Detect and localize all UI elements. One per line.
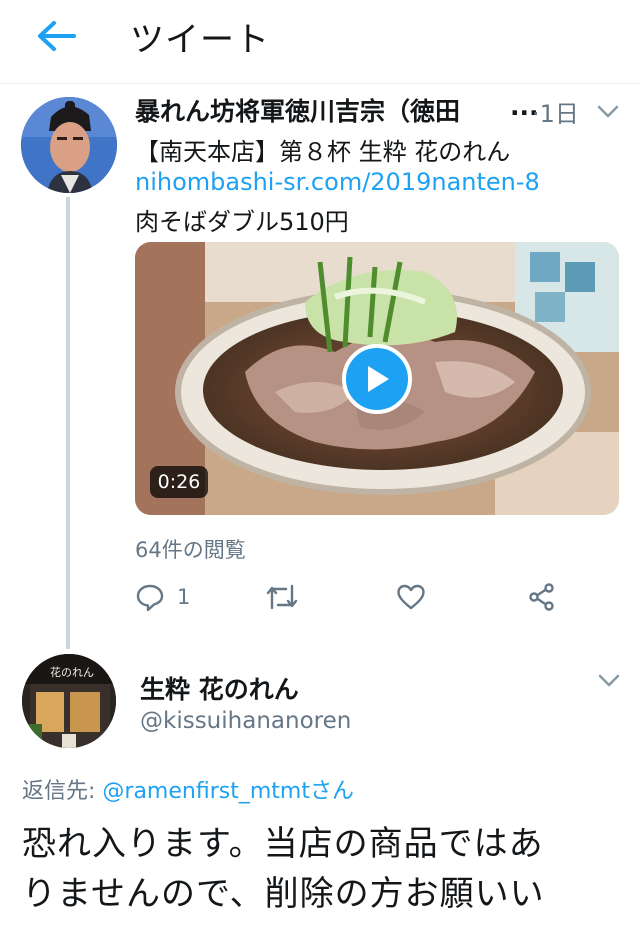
heart-icon (397, 584, 425, 610)
reply-menu-button[interactable] (597, 673, 621, 689)
reply-to-mention[interactable]: @ramenfirst_mtmtさん (102, 779, 354, 804)
author-avatar[interactable] (21, 97, 117, 193)
chevron-down-icon (598, 674, 620, 687)
reply-count: 1 (177, 585, 191, 609)
tweet-link[interactable]: nihombashi-sr.com/2019nanten-8 (135, 168, 540, 196)
like-action[interactable] (396, 580, 426, 614)
arrow-left-icon (38, 21, 76, 51)
avatar-portrait-image (21, 97, 117, 193)
retweet-action[interactable] (264, 580, 300, 614)
thread-connector-line (66, 197, 70, 649)
reply-text-line-1: 恐れ入ります。当店の商品ではあ (22, 824, 544, 864)
tweet-text-menu: 肉そばダブル510円 (135, 208, 349, 236)
tweet-text-title: 【南天本店】第８杯 生粋 花のれん (135, 138, 511, 166)
back-button[interactable] (30, 14, 82, 58)
play-icon (368, 366, 389, 392)
reply-author-name[interactable]: 生粋 花のれん (140, 670, 299, 706)
retweet-icon (266, 584, 298, 610)
share-icon (529, 583, 554, 611)
avatar-sign-text: 花のれん (50, 666, 94, 679)
play-button[interactable] (342, 344, 412, 414)
author-name[interactable]: 暴れん坊将軍徳川吉宗（徳田 (135, 92, 515, 128)
video-duration-badge: 0:26 (150, 466, 208, 498)
reply-icon (136, 584, 164, 612)
reply-text-line-2: りませんので、削除の方お願いい (22, 874, 545, 914)
view-count: 64件の閲覧 (135, 538, 246, 562)
tweet-menu-button[interactable] (596, 104, 620, 120)
reply-to-label: 返信先: (22, 779, 103, 804)
chevron-down-icon (597, 105, 619, 118)
page-title: ツイート (130, 20, 270, 60)
reply-action[interactable]: 1 (135, 580, 190, 614)
storefront-photo-image: 花のれん (22, 654, 116, 748)
reply-to-line: 返信先: @ramenfirst_mtmtさん (22, 773, 354, 805)
reply-author-avatar[interactable]: 花のれん (22, 654, 116, 748)
share-action[interactable] (527, 580, 557, 614)
app-header: ツイート (0, 0, 640, 84)
reply-author-handle[interactable]: @kissuihananoren (140, 708, 351, 734)
tweet-timestamp[interactable]: ·1日 (532, 94, 579, 129)
